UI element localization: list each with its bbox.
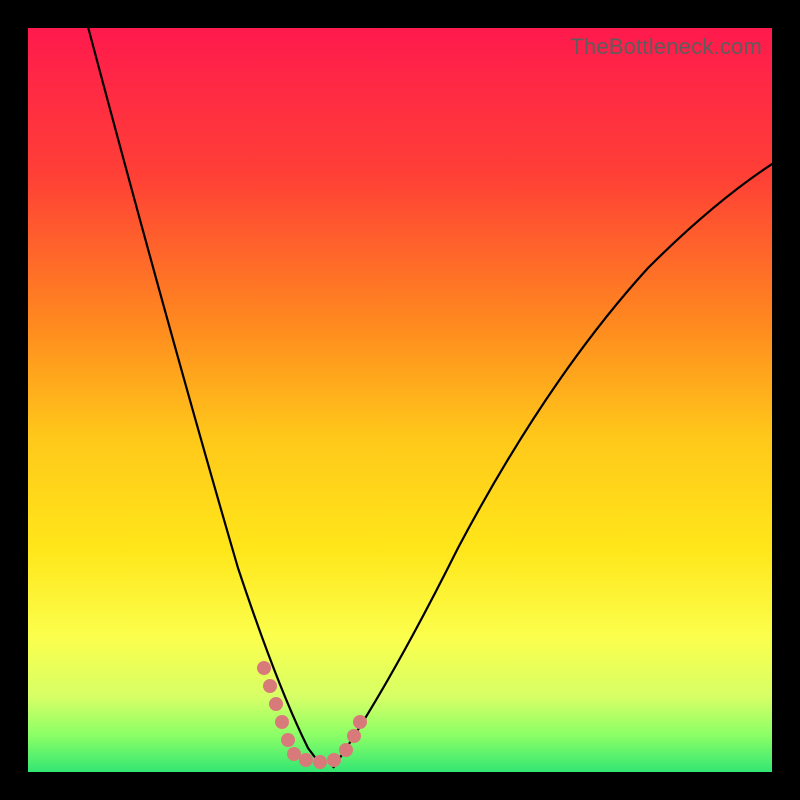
bottleneck-curve [28, 28, 772, 772]
curve-left [83, 28, 323, 768]
watermark-text: TheBottleneck.com [570, 34, 762, 60]
curve-right [333, 148, 772, 768]
plot-area: TheBottleneck.com [28, 28, 772, 772]
chart-frame: TheBottleneck.com [0, 0, 800, 800]
